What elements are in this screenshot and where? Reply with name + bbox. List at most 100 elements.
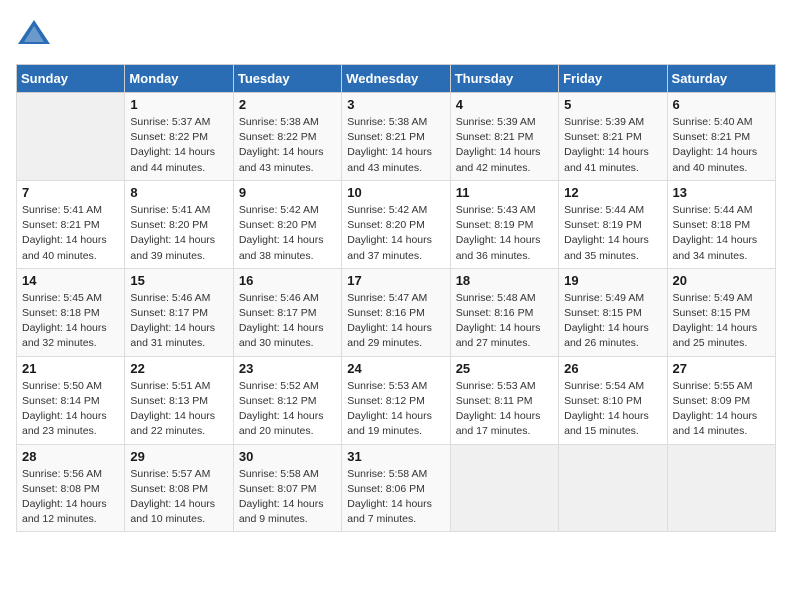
- day-info: Sunrise: 5:58 AM Sunset: 8:07 PM Dayligh…: [239, 467, 336, 528]
- calendar-cell: 6 Sunrise: 5:40 AM Sunset: 8:21 PM Daylig…: [667, 93, 775, 181]
- day-number: 6: [673, 97, 770, 112]
- calendar-cell: 5 Sunrise: 5:39 AM Sunset: 8:21 PM Daylig…: [559, 93, 667, 181]
- calendar-cell: 28 Sunrise: 5:56 AM Sunset: 8:08 PM Dayli…: [17, 444, 125, 532]
- day-info: Sunrise: 5:53 AM Sunset: 8:11 PM Dayligh…: [456, 379, 553, 440]
- calendar-table: SundayMondayTuesdayWednesdayThursdayFrid…: [16, 64, 776, 532]
- day-number: 25: [456, 361, 553, 376]
- day-info: Sunrise: 5:42 AM Sunset: 8:20 PM Dayligh…: [239, 203, 336, 264]
- day-info: Sunrise: 5:40 AM Sunset: 8:21 PM Dayligh…: [673, 115, 770, 176]
- day-number: 3: [347, 97, 444, 112]
- calendar-cell: 16 Sunrise: 5:46 AM Sunset: 8:17 PM Dayli…: [233, 268, 341, 356]
- day-info: Sunrise: 5:57 AM Sunset: 8:08 PM Dayligh…: [130, 467, 227, 528]
- calendar-cell: 11 Sunrise: 5:43 AM Sunset: 8:19 PM Dayli…: [450, 180, 558, 268]
- day-number: 18: [456, 273, 553, 288]
- day-info: Sunrise: 5:46 AM Sunset: 8:17 PM Dayligh…: [239, 291, 336, 352]
- calendar-cell: 7 Sunrise: 5:41 AM Sunset: 8:21 PM Daylig…: [17, 180, 125, 268]
- calendar-cell: 18 Sunrise: 5:48 AM Sunset: 8:16 PM Dayli…: [450, 268, 558, 356]
- day-number: 15: [130, 273, 227, 288]
- day-number: 22: [130, 361, 227, 376]
- day-info: Sunrise: 5:37 AM Sunset: 8:22 PM Dayligh…: [130, 115, 227, 176]
- calendar-cell: 27Sunrise: 5:55 AM Sunset: 8:09 PM Dayli…: [667, 356, 775, 444]
- day-info: Sunrise: 5:56 AM Sunset: 8:08 PM Dayligh…: [22, 467, 119, 528]
- day-number: 16: [239, 273, 336, 288]
- logo: [16, 16, 56, 52]
- calendar-week-row: 14 Sunrise: 5:45 AM Sunset: 8:18 PM Dayli…: [17, 268, 776, 356]
- calendar-cell: [450, 444, 558, 532]
- day-info: Sunrise: 5:52 AM Sunset: 8:12 PM Dayligh…: [239, 379, 336, 440]
- day-number: 20: [673, 273, 770, 288]
- day-number: 28: [22, 449, 119, 464]
- calendar-cell: 15 Sunrise: 5:46 AM Sunset: 8:17 PM Dayli…: [125, 268, 233, 356]
- day-info: Sunrise: 5:49 AM Sunset: 8:15 PM Dayligh…: [564, 291, 661, 352]
- day-number: 21: [22, 361, 119, 376]
- day-info: Sunrise: 5:46 AM Sunset: 8:17 PM Dayligh…: [130, 291, 227, 352]
- calendar-cell: 21 Sunrise: 5:50 AM Sunset: 8:14 PM Dayli…: [17, 356, 125, 444]
- day-info: Sunrise: 5:44 AM Sunset: 8:19 PM Dayligh…: [564, 203, 661, 264]
- calendar-header-row: SundayMondayTuesdayWednesdayThursdayFrid…: [17, 65, 776, 93]
- day-number: 1: [130, 97, 227, 112]
- day-number: 29: [130, 449, 227, 464]
- calendar-header-sunday: Sunday: [17, 65, 125, 93]
- calendar-cell: 19 Sunrise: 5:49 AM Sunset: 8:15 PM Dayli…: [559, 268, 667, 356]
- day-info: Sunrise: 5:48 AM Sunset: 8:16 PM Dayligh…: [456, 291, 553, 352]
- calendar-header-thursday: Thursday: [450, 65, 558, 93]
- day-info: Sunrise: 5:51 AM Sunset: 8:13 PM Dayligh…: [130, 379, 227, 440]
- day-number: 19: [564, 273, 661, 288]
- calendar-cell: 23 Sunrise: 5:52 AM Sunset: 8:12 PM Dayli…: [233, 356, 341, 444]
- day-info: Sunrise: 5:45 AM Sunset: 8:18 PM Dayligh…: [22, 291, 119, 352]
- calendar-header-wednesday: Wednesday: [342, 65, 450, 93]
- day-info: Sunrise: 5:43 AM Sunset: 8:19 PM Dayligh…: [456, 203, 553, 264]
- calendar-cell: 22 Sunrise: 5:51 AM Sunset: 8:13 PM Dayli…: [125, 356, 233, 444]
- calendar-cell: 31Sunrise: 5:58 AM Sunset: 8:06 PM Dayli…: [342, 444, 450, 532]
- day-number: 8: [130, 185, 227, 200]
- day-number: 9: [239, 185, 336, 200]
- day-number: 4: [456, 97, 553, 112]
- calendar-cell: 17Sunrise: 5:47 AM Sunset: 8:16 PM Dayli…: [342, 268, 450, 356]
- day-info: Sunrise: 5:41 AM Sunset: 8:21 PM Dayligh…: [22, 203, 119, 264]
- calendar-cell: 13Sunrise: 5:44 AM Sunset: 8:18 PM Dayli…: [667, 180, 775, 268]
- calendar-cell: 24 Sunrise: 5:53 AM Sunset: 8:12 PM Dayli…: [342, 356, 450, 444]
- calendar-cell: 30 Sunrise: 5:58 AM Sunset: 8:07 PM Dayli…: [233, 444, 341, 532]
- day-info: Sunrise: 5:39 AM Sunset: 8:21 PM Dayligh…: [456, 115, 553, 176]
- calendar-cell: 2 Sunrise: 5:38 AM Sunset: 8:22 PM Daylig…: [233, 93, 341, 181]
- calendar-cell: [17, 93, 125, 181]
- page-header: [16, 16, 776, 52]
- calendar-cell: [559, 444, 667, 532]
- day-number: 30: [239, 449, 336, 464]
- day-info: Sunrise: 5:42 AM Sunset: 8:20 PM Dayligh…: [347, 203, 444, 264]
- day-number: 5: [564, 97, 661, 112]
- day-number: 7: [22, 185, 119, 200]
- day-number: 14: [22, 273, 119, 288]
- day-number: 11: [456, 185, 553, 200]
- day-number: 23: [239, 361, 336, 376]
- day-number: 10: [347, 185, 444, 200]
- calendar-header-monday: Monday: [125, 65, 233, 93]
- calendar-cell: 12Sunrise: 5:44 AM Sunset: 8:19 PM Dayli…: [559, 180, 667, 268]
- calendar-header-saturday: Saturday: [667, 65, 775, 93]
- calendar-cell: 20Sunrise: 5:49 AM Sunset: 8:15 PM Dayli…: [667, 268, 775, 356]
- calendar-cell: 9 Sunrise: 5:42 AM Sunset: 8:20 PM Daylig…: [233, 180, 341, 268]
- day-info: Sunrise: 5:38 AM Sunset: 8:21 PM Dayligh…: [347, 115, 444, 176]
- day-info: Sunrise: 5:39 AM Sunset: 8:21 PM Dayligh…: [564, 115, 661, 176]
- day-number: 2: [239, 97, 336, 112]
- day-info: Sunrise: 5:58 AM Sunset: 8:06 PM Dayligh…: [347, 467, 444, 528]
- day-number: 13: [673, 185, 770, 200]
- calendar-cell: [667, 444, 775, 532]
- day-info: Sunrise: 5:50 AM Sunset: 8:14 PM Dayligh…: [22, 379, 119, 440]
- calendar-cell: 25 Sunrise: 5:53 AM Sunset: 8:11 PM Dayli…: [450, 356, 558, 444]
- calendar-cell: 8 Sunrise: 5:41 AM Sunset: 8:20 PM Daylig…: [125, 180, 233, 268]
- calendar-week-row: 21 Sunrise: 5:50 AM Sunset: 8:14 PM Dayli…: [17, 356, 776, 444]
- calendar-cell: 3 Sunrise: 5:38 AM Sunset: 8:21 PM Daylig…: [342, 93, 450, 181]
- day-number: 26: [564, 361, 661, 376]
- day-info: Sunrise: 5:47 AM Sunset: 8:16 PM Dayligh…: [347, 291, 444, 352]
- calendar-cell: 1 Sunrise: 5:37 AM Sunset: 8:22 PM Daylig…: [125, 93, 233, 181]
- calendar-header-friday: Friday: [559, 65, 667, 93]
- day-number: 24: [347, 361, 444, 376]
- calendar-cell: 4 Sunrise: 5:39 AM Sunset: 8:21 PM Daylig…: [450, 93, 558, 181]
- calendar-week-row: 7 Sunrise: 5:41 AM Sunset: 8:21 PM Daylig…: [17, 180, 776, 268]
- day-info: Sunrise: 5:41 AM Sunset: 8:20 PM Dayligh…: [130, 203, 227, 264]
- calendar-cell: 10 Sunrise: 5:42 AM Sunset: 8:20 PM Dayli…: [342, 180, 450, 268]
- day-info: Sunrise: 5:53 AM Sunset: 8:12 PM Dayligh…: [347, 379, 444, 440]
- day-info: Sunrise: 5:38 AM Sunset: 8:22 PM Dayligh…: [239, 115, 336, 176]
- calendar-header-tuesday: Tuesday: [233, 65, 341, 93]
